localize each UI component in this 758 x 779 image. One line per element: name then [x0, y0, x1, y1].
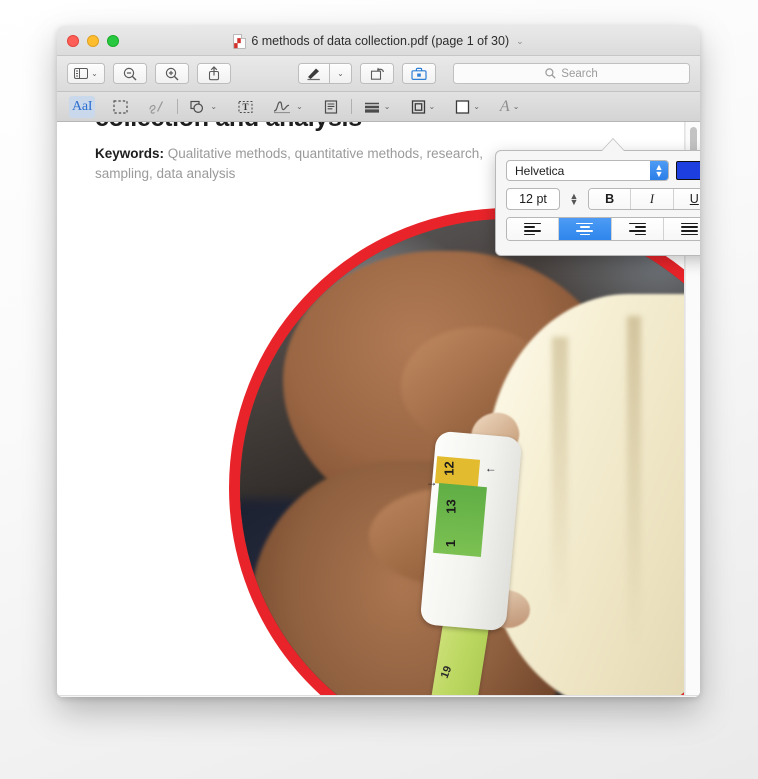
markup-pen-chevron-button[interactable]: ⌄: [330, 63, 352, 84]
zoom-out-button[interactable]: [113, 63, 147, 84]
desktop-background: ▞ 6 methods of data collection.pdf (page…: [0, 0, 758, 779]
zoom-in-button[interactable]: [155, 63, 189, 84]
rectangular-selection-icon: [113, 99, 128, 114]
font-family-stepper[interactable]: ▲ ▼: [650, 161, 668, 180]
text-selection-label: AaI: [72, 98, 93, 114]
font-chevron-down-icon[interactable]: ⌄: [513, 102, 520, 111]
sketch-icon: [149, 100, 164, 114]
search-icon: [545, 68, 556, 79]
shapes-tool[interactable]: ⌄: [187, 96, 220, 118]
font-tool-label: A: [499, 97, 510, 115]
popover-arrow: [602, 139, 624, 151]
shape-style-tool[interactable]: ⌄: [361, 96, 394, 118]
align-justify-icon: [680, 222, 698, 236]
toolbox-icon: [411, 67, 427, 80]
rotate-button[interactable]: [360, 63, 394, 84]
sidebar-toggle-button[interactable]: ⌄: [67, 63, 105, 84]
border-color-tool[interactable]: ⌄: [408, 96, 439, 118]
font-family-select[interactable]: Helvetica ▲ ▼: [506, 160, 669, 181]
font-tool[interactable]: A ⌄: [497, 96, 522, 118]
sidebar-chevron-down-icon[interactable]: ⌄: [91, 69, 98, 78]
signature-tool[interactable]: ⌄: [270, 96, 306, 118]
underline-button[interactable]: U: [672, 189, 700, 209]
main-toolbar: ⌄ ⌄ Search: [57, 56, 700, 92]
pen-icon: [307, 68, 320, 81]
shapes-icon: [190, 100, 204, 113]
text-selection-tool[interactable]: AaI: [69, 95, 96, 118]
border-color-chevron-down-icon[interactable]: ⌄: [429, 102, 436, 111]
markup-toolbar: AaI ⌄ T ⌄ ⌄ ⌄ ⌄ A ⌄: [57, 92, 700, 122]
tape-number: 12: [441, 461, 457, 476]
shape-style-icon: [364, 102, 379, 113]
share-button[interactable]: [197, 63, 231, 84]
shapes-chevron-down-icon[interactable]: ⌄: [210, 102, 217, 111]
share-icon: [208, 66, 220, 81]
markup-pen-chevron-down-icon[interactable]: ⌄: [337, 69, 344, 78]
align-left-icon: [524, 222, 542, 236]
window-titlebar[interactable]: ▞ 6 methods of data collection.pdf (page…: [57, 26, 700, 56]
italic-button[interactable]: I: [630, 189, 673, 209]
svg-text:T: T: [242, 102, 248, 112]
markup-toolbar-toggle-button[interactable]: [402, 63, 436, 84]
rotate-left-icon: [370, 67, 384, 80]
text-box-tool[interactable]: T: [234, 96, 256, 118]
align-center-icon: [576, 222, 594, 236]
sidebar-icon: [74, 68, 89, 79]
align-center-button[interactable]: [558, 218, 611, 240]
horizontal-scrollbar[interactable]: [57, 695, 700, 697]
font-size-stepper[interactable]: ▲ ▼: [567, 188, 581, 210]
text-style-segmented-control: B I U: [588, 188, 700, 210]
pdf-file-icon: ▞: [233, 33, 247, 49]
note-tool[interactable]: [320, 96, 342, 118]
tape-number: 19: [437, 664, 454, 680]
signature-icon: [273, 100, 291, 113]
font-family-value: Helvetica: [515, 163, 565, 178]
tape-number: 13: [444, 499, 460, 514]
markup-pen-group: ⌄: [298, 63, 352, 84]
border-color-icon: [411, 99, 425, 114]
tape-arrow-left-icon: ←: [484, 461, 497, 476]
keywords-label: Keywords:: [95, 146, 165, 161]
alignment-segmented-control: [506, 217, 700, 241]
keywords-paragraph: Keywords: Qualitative methods, quantitat…: [95, 144, 485, 183]
align-justify-button[interactable]: [662, 218, 700, 240]
rectangular-selection-tool[interactable]: [109, 96, 131, 118]
font-popover: Helvetica ▲ ▼ 12 pt ▲ ▼ B I U: [495, 150, 700, 256]
align-right-icon: [628, 222, 646, 236]
text-box-icon: T: [238, 100, 253, 113]
page-title: collection and analysis: [95, 122, 362, 133]
shape-style-chevron-down-icon[interactable]: ⌄: [384, 102, 391, 111]
tape-arrow-right-icon: →: [425, 474, 438, 489]
search-field[interactable]: Search: [453, 63, 690, 84]
markup-pen-button[interactable]: [298, 63, 330, 84]
zoom-in-icon: [165, 67, 179, 80]
fill-color-icon: [456, 99, 470, 114]
note-icon: [324, 99, 337, 114]
align-right-button[interactable]: [610, 218, 663, 240]
signature-chevron-down-icon[interactable]: ⌄: [296, 102, 303, 111]
font-size-field[interactable]: 12 pt: [506, 188, 560, 210]
tape-number: 1: [443, 540, 459, 548]
stepper-down-icon: ▼: [569, 197, 579, 207]
window-title-group: ▞ 6 methods of data collection.pdf (page…: [57, 26, 700, 56]
zoom-out-icon: [123, 67, 137, 80]
align-left-button[interactable]: [507, 218, 559, 240]
bold-button[interactable]: B: [589, 189, 631, 209]
fill-color-chevron-down-icon[interactable]: ⌄: [473, 102, 480, 111]
stepper-down-icon: ▼: [654, 168, 664, 179]
search-placeholder: Search: [561, 67, 598, 80]
muac-measurement-photo: 19 20 21 12 13 1 → ←: [229, 208, 684, 695]
sketch-tool[interactable]: [145, 96, 168, 118]
title-chevron-down-icon[interactable]: ⌄: [516, 36, 524, 47]
preview-window: ▞ 6 methods of data collection.pdf (page…: [57, 26, 700, 697]
window-title: 6 methods of data collection.pdf (page 1…: [251, 34, 510, 48]
text-color-swatch[interactable]: [676, 161, 700, 180]
fill-color-tool[interactable]: ⌄: [452, 96, 483, 118]
